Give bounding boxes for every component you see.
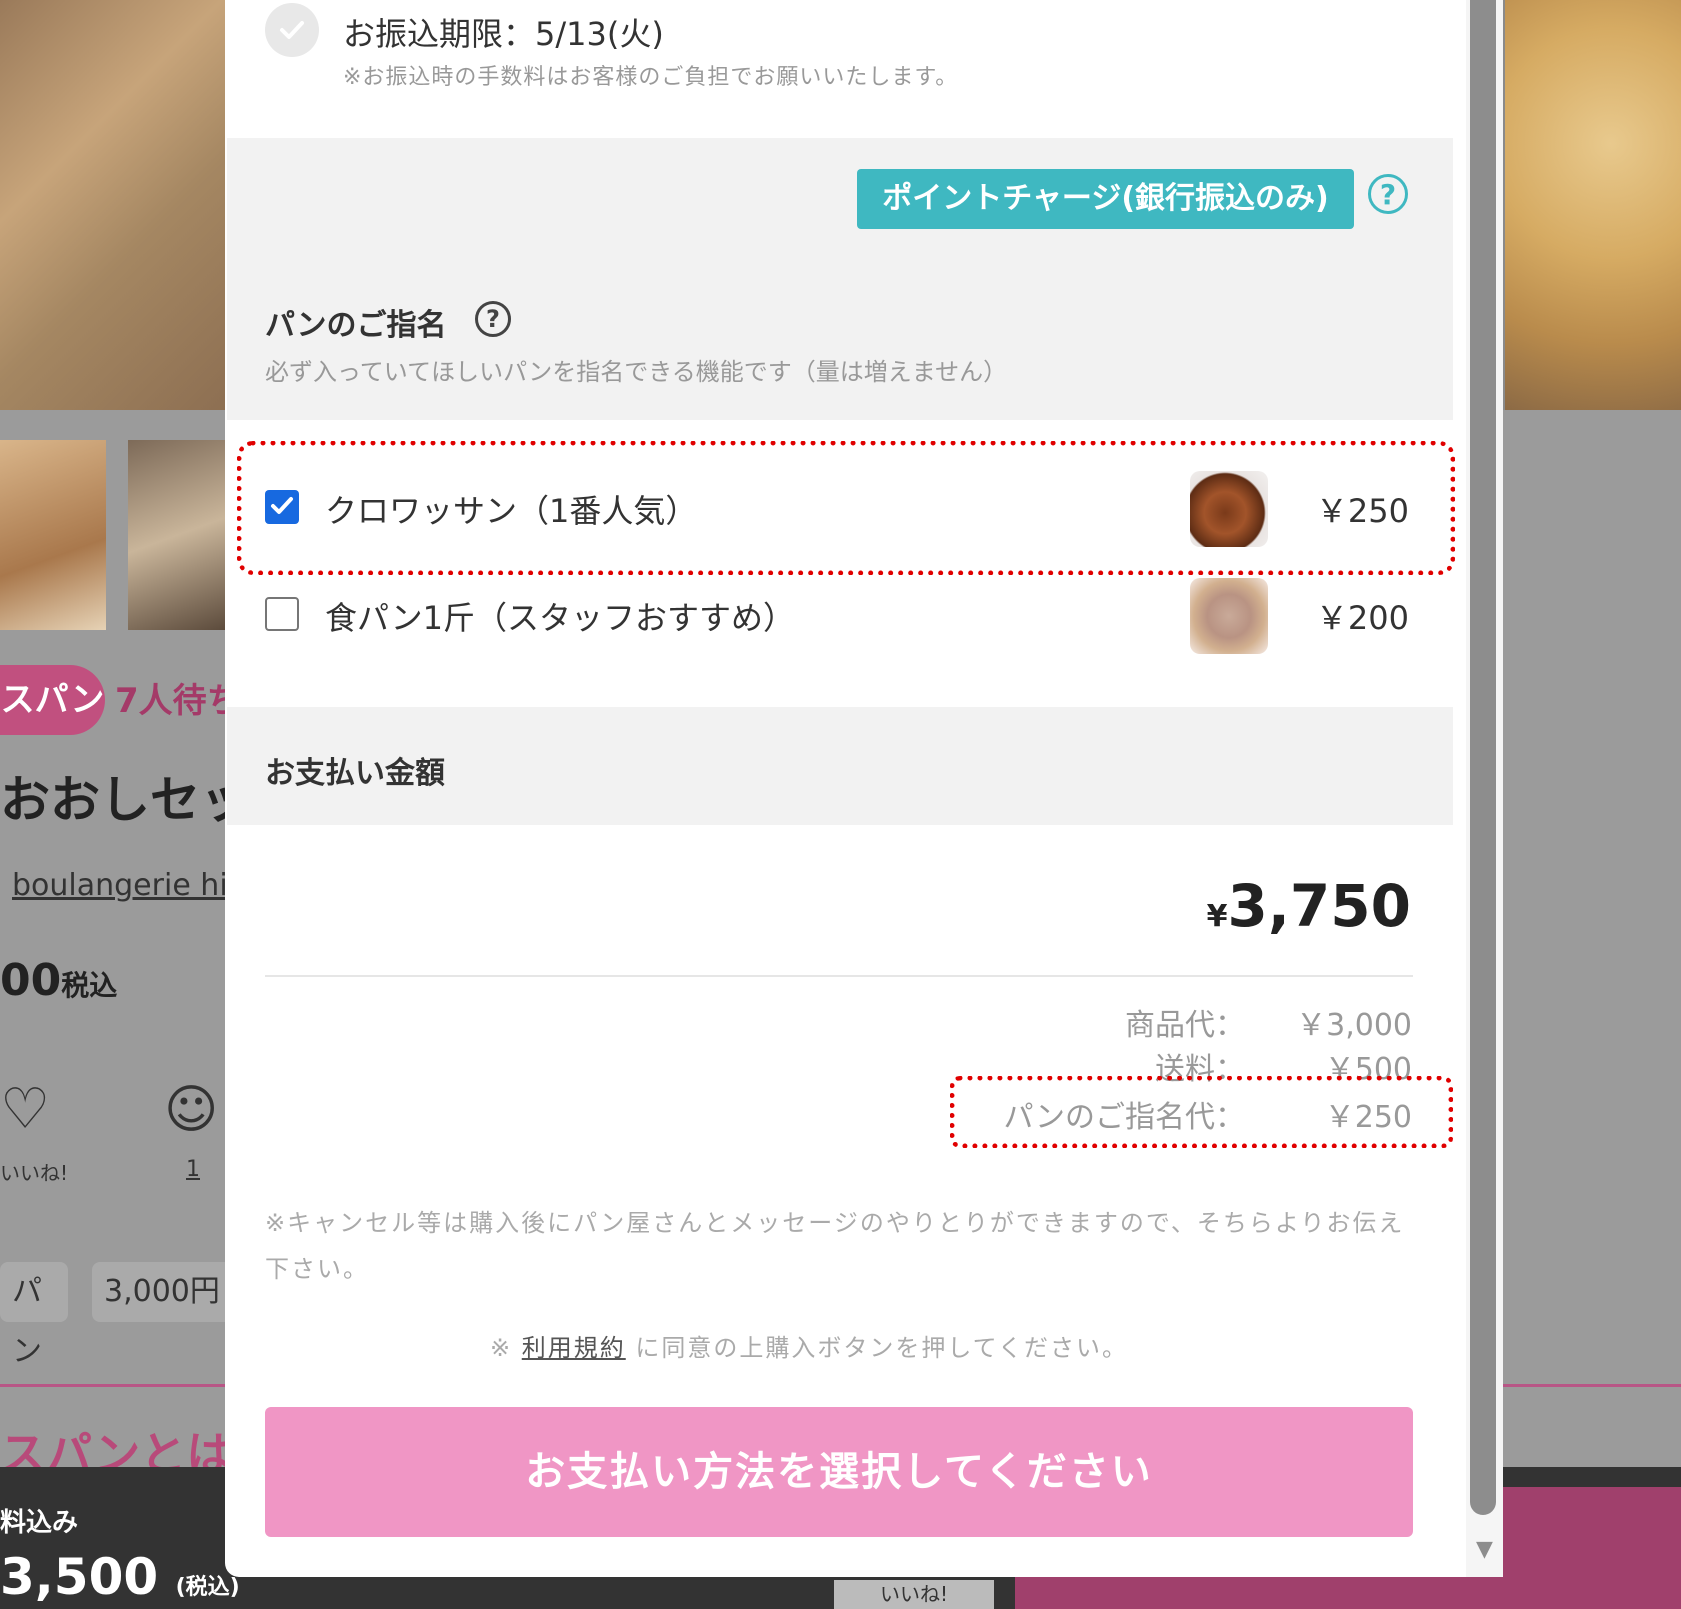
- item-price: ￥200: [1315, 599, 1409, 637]
- status-badge: スパン: [0, 665, 105, 735]
- gallery-thumbnail: [0, 440, 106, 630]
- nomination-description: 必ず入っていてほしいパンを指名できる機能です（量は増えません）: [265, 358, 1008, 386]
- annotation-highlight: [237, 441, 1455, 575]
- tag-chip: 3,000円: [92, 1262, 236, 1322]
- cancel-note: ※キャンセル等は購入後にパン屋さんとメッセージのやりとりができますので、そちらよ…: [265, 1209, 1405, 1283]
- payment-title: お支払い金額: [265, 756, 445, 791]
- total-amount: ¥3,750: [1207, 872, 1411, 940]
- select-payment-button[interactable]: お支払い方法を選択してください: [265, 1407, 1413, 1537]
- hero-photo-left: [0, 0, 225, 410]
- terms-prefix: ※: [490, 1334, 522, 1362]
- divider: [265, 975, 1413, 977]
- checkbox-unchecked[interactable]: [265, 597, 299, 631]
- heart-icon: ♡: [0, 1077, 51, 1142]
- message-count: 1: [186, 1157, 200, 1182]
- price-tax-label: 税込: [61, 969, 118, 1002]
- help-icon[interactable]: ?: [1368, 174, 1408, 214]
- like-label: いいね!: [0, 1161, 69, 1185]
- tag-chip: パン: [0, 1262, 68, 1369]
- shop-link: boulangerie hi: [12, 868, 228, 903]
- breakdown-label: 商品代：: [1125, 1008, 1245, 1043]
- total-value: 3,750: [1227, 872, 1411, 940]
- terms-link[interactable]: 利用規約: [522, 1334, 626, 1362]
- point-charge-button[interactable]: ポイントチャージ(銀行振込のみ): [857, 169, 1354, 229]
- footer-tax-label: (税込): [175, 1575, 240, 1600]
- scrollbar-thumb[interactable]: [1470, 0, 1496, 1515]
- terms-suffix: に同意の上購入ボタンを押してください。: [625, 1334, 1128, 1362]
- scroll-down-icon[interactable]: ▼: [1466, 1535, 1503, 1565]
- nomination-item[interactable]: 食パン1斤（スタッフおすすめ） ￥200: [227, 570, 1453, 660]
- price-value: 00: [0, 955, 62, 1006]
- footer-price-value: 3,500: [0, 1548, 159, 1606]
- currency-symbol: ¥: [1206, 899, 1228, 934]
- bread-image: [1190, 578, 1268, 654]
- annotation-highlight: [950, 1076, 1453, 1148]
- footer-price: 3,500 (税込): [0, 1548, 240, 1606]
- footer-like-button: いいね!: [834, 1580, 994, 1609]
- footer-label: 料込み: [0, 1508, 79, 1538]
- transfer-deadline: お振込期限：5/13(火): [343, 15, 664, 53]
- breakdown-value: ￥3,000: [1296, 1008, 1412, 1043]
- product-price: 00税込: [0, 955, 117, 1006]
- item-name: 食パン1斤（スタッフおすすめ）: [325, 599, 795, 637]
- transfer-fee-note: ※お振込時の手数料はお客様のご負担でお願いいたします。: [343, 65, 959, 90]
- check-circle-icon: [265, 3, 319, 57]
- gallery-thumbnail: [128, 440, 228, 630]
- hero-photo-right: [1505, 0, 1681, 410]
- help-icon[interactable]: ?: [475, 301, 511, 337]
- message-icon: ☺: [164, 1080, 219, 1140]
- nomination-title: パンのご指名: [265, 308, 447, 343]
- terms-note: ※ 利用規約 に同意の上購入ボタンを押してください。: [490, 1328, 1128, 1363]
- waitlist-count: 7人待ち: [115, 681, 241, 721]
